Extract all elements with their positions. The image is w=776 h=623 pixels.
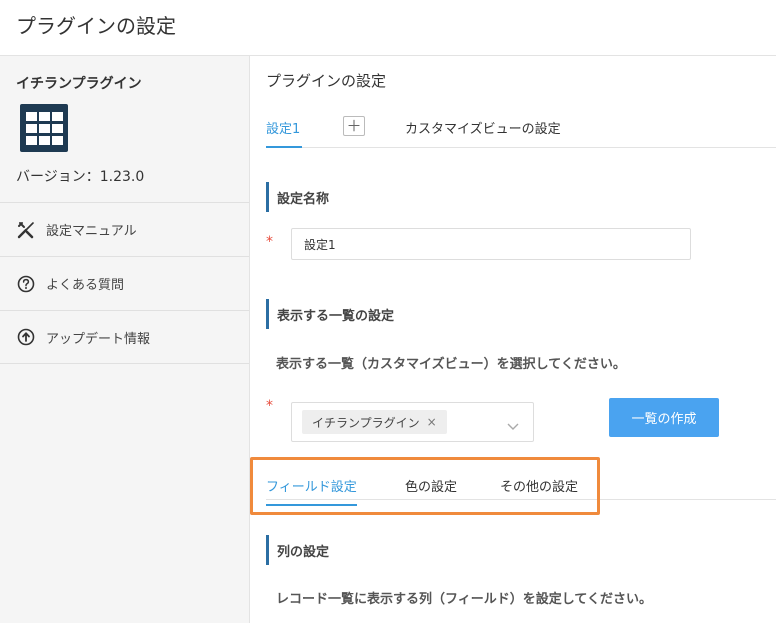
tab-customize-view[interactable]: カスタマイズビューの設定 bbox=[405, 118, 561, 137]
main-panel: プラグインの設定 設定1 ＋ カスタマイズビューの設定 設定名称 * 表示する一… bbox=[251, 56, 776, 623]
sidebar-menu: 設定マニュアル よくある質問 アップデート情報 bbox=[0, 202, 249, 364]
sidebar-item-manual[interactable]: 設定マニュアル bbox=[0, 202, 249, 256]
top-bar: プラグインの設定 bbox=[0, 0, 776, 56]
tab-field-settings[interactable]: フィールド設定 bbox=[266, 476, 357, 506]
tab-color-settings[interactable]: 色の設定 bbox=[405, 476, 457, 495]
config-tabs: 設定1 ＋ カスタマイズビューの設定 bbox=[266, 108, 776, 148]
sidebar-item-updates[interactable]: アップデート情報 bbox=[0, 310, 249, 364]
sidebar-item-label: よくある質問 bbox=[46, 278, 125, 293]
sidebar-item-label: アップデート情報 bbox=[46, 331, 151, 347]
settings-subtabs: フィールド設定 色の設定 その他の設定 bbox=[266, 462, 776, 506]
create-list-button[interactable]: 一覧の作成 bbox=[609, 398, 719, 437]
remove-chip-icon[interactable]: × bbox=[427, 415, 437, 429]
column-setting-heading: 列の設定 bbox=[266, 535, 329, 565]
question-circle-icon bbox=[16, 274, 36, 294]
column-setting-description: レコード一覧に表示する列（フィールド）を設定してください。 bbox=[276, 592, 652, 607]
sidebar-item-label: 設定マニュアル bbox=[46, 224, 137, 239]
plugin-name: イチランプラグイン bbox=[16, 76, 142, 92]
section-title: プラグインの設定 bbox=[266, 72, 387, 90]
setting-name-heading: 設定名称 bbox=[266, 182, 329, 212]
list-setting-heading: 表示する一覧の設定 bbox=[266, 299, 394, 329]
required-mark: * bbox=[266, 234, 273, 250]
page-title: プラグインの設定 bbox=[16, 14, 176, 38]
chevron-down-icon bbox=[507, 416, 519, 435]
view-multiselect[interactable]: イチランプラグイン × bbox=[291, 402, 534, 442]
tab-other-settings[interactable]: その他の設定 bbox=[500, 476, 578, 495]
plugin-version: バージョン：1.23.0 bbox=[16, 169, 145, 185]
sidebar: イチランプラグイン バージョン：1.23.0 設定マニュアル よくある質問 アッ… bbox=[0, 56, 250, 623]
setting-name-input[interactable] bbox=[291, 228, 691, 260]
list-setting-description: 表示する一覧（カスタマイズビュー）を選択してください。 bbox=[276, 357, 626, 372]
tab-setting-1[interactable]: 設定1 bbox=[266, 118, 302, 148]
grid-table-icon bbox=[20, 104, 68, 152]
chip-label: イチランプラグイン bbox=[312, 415, 420, 430]
arrow-up-circle-icon bbox=[16, 327, 36, 347]
add-tab-button[interactable]: ＋ bbox=[343, 116, 365, 136]
sidebar-item-faq[interactable]: よくある質問 bbox=[0, 256, 249, 310]
required-mark: * bbox=[266, 398, 273, 414]
selected-view-chip: イチランプラグイン × bbox=[302, 410, 447, 434]
tools-icon bbox=[16, 220, 36, 240]
